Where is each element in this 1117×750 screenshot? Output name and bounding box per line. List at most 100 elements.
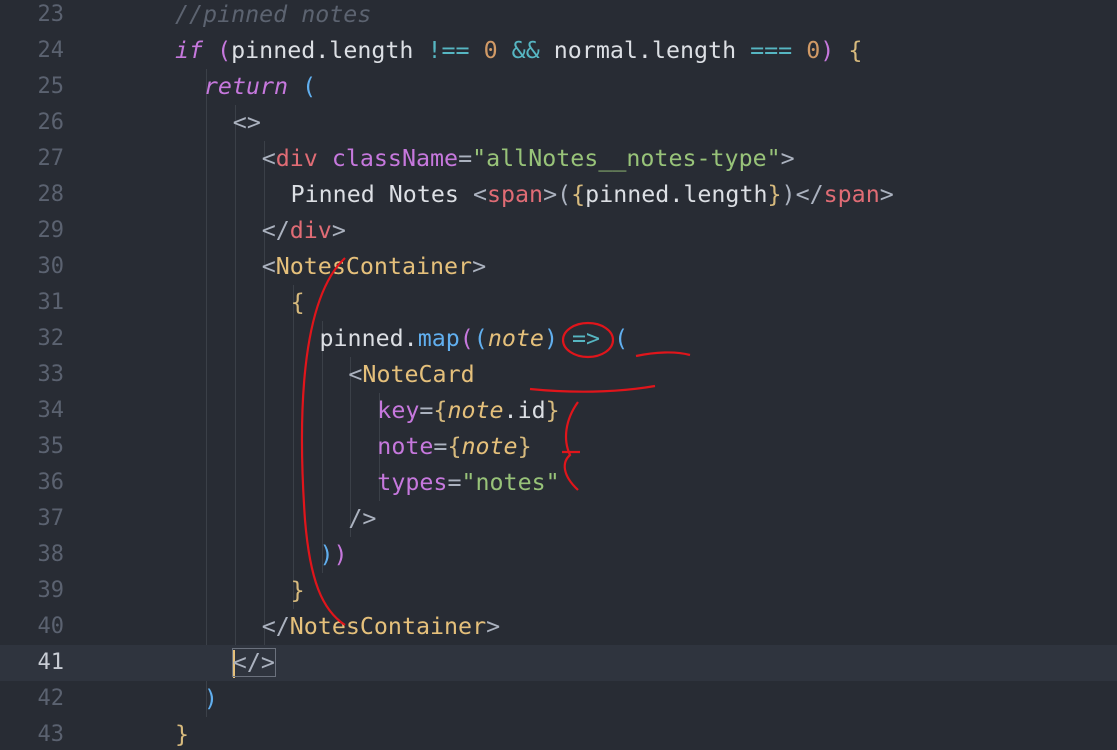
token-brace1: } (290, 577, 305, 604)
token-brace2: ( (459, 325, 474, 352)
code-line[interactable]: 34 key={note.id} (0, 393, 1117, 429)
token-punc: = (433, 433, 448, 460)
token-text: pinned.length (585, 181, 768, 208)
code-line[interactable]: 23 //pinned notes (0, 0, 1117, 33)
token-punc: /> (348, 505, 377, 532)
token-comp: NoteCard (362, 361, 475, 388)
token-paren: ( (302, 73, 317, 100)
line-number: 39 (37, 578, 65, 603)
line-code: ) (204, 681, 218, 717)
line-number: 29 (37, 218, 65, 243)
line-code: } (175, 717, 189, 750)
line-code: } (291, 573, 305, 609)
code-line[interactable]: 33 <NoteCard (0, 357, 1117, 393)
line-code: <NotesContainer> (262, 249, 486, 285)
line-number: 25 (37, 74, 65, 99)
token-tag: span (486, 181, 544, 208)
code-line[interactable]: 25 return ( (0, 69, 1117, 105)
token-text: normal.length (539, 37, 751, 64)
token-punc (318, 145, 332, 172)
code-line[interactable]: 32 pinned.map((note) => ( (0, 321, 1117, 357)
token-comp: NotesContainer (289, 613, 487, 640)
code-line[interactable]: 35 note={note} (0, 429, 1117, 465)
code-line[interactable]: 40 </NotesContainer> (0, 609, 1117, 645)
token-punc: = (458, 145, 473, 172)
token-tag: span (823, 181, 880, 208)
code-line[interactable]: 28 Pinned Notes <span>({pinned.length})</… (0, 177, 1117, 213)
line-number: 30 (37, 254, 65, 279)
line-code: </NotesContainer> (262, 609, 500, 645)
token-tag: div (275, 145, 318, 172)
token-brace1: } (517, 433, 532, 460)
code-line[interactable]: 42) (0, 681, 1117, 717)
code-line[interactable]: 37 /> (0, 501, 1117, 537)
token-punc: <> (232, 109, 261, 136)
code-line[interactable]: 43} (0, 717, 1117, 750)
line-number: 23 (37, 2, 65, 27)
token-brace1: { (848, 37, 863, 64)
code-line[interactable]: 27 <div className="allNotes__notes-type"> (0, 141, 1117, 177)
token-punc: < (261, 253, 276, 280)
token-comp: NotesContainer (275, 253, 473, 280)
line-code: types="notes" (377, 465, 559, 501)
token-attr: note (377, 433, 434, 460)
token-param: note (461, 433, 518, 460)
code-line[interactable]: 31 { (0, 285, 1117, 321)
code-line[interactable]: 24 if (pinned.length !== 0 && normal.leng… (0, 33, 1117, 69)
line-code: { (291, 285, 305, 321)
line-number: 41 (37, 650, 65, 675)
code-line[interactable]: 41 </> (0, 645, 1117, 681)
token-attr: key (377, 397, 420, 424)
token-punc: )</ (781, 181, 824, 208)
line-code: <div className="allNotes__notes-type"> (262, 141, 795, 177)
token-paren: ) (203, 685, 218, 712)
token-punc: </ (261, 217, 290, 244)
token-paren: ) (543, 325, 558, 352)
token-op: => (572, 325, 601, 352)
token-op: && (511, 37, 540, 64)
token-punc (600, 325, 614, 352)
line-code: note={note} (377, 429, 531, 465)
line-code: //pinned notes (175, 0, 371, 33)
line-number: 33 (37, 362, 65, 387)
token-brace1: { (571, 181, 586, 208)
code-line[interactable]: 26 <> (0, 105, 1117, 141)
token-fn: map (417, 325, 460, 352)
token-brace2: ) (333, 541, 348, 568)
code-line[interactable]: 30 <NotesContainer> (0, 249, 1117, 285)
token-param: note (447, 397, 504, 424)
token-paren: ( (614, 325, 629, 352)
line-code: )) (320, 537, 348, 573)
line-number: 31 (37, 290, 65, 315)
token-punc (203, 37, 217, 64)
code-line[interactable]: 38)) (0, 537, 1117, 573)
token-op: !== (427, 37, 470, 64)
token-text: .id (503, 397, 546, 424)
token-text: pinned.length (231, 37, 428, 64)
token-punc (470, 37, 484, 64)
token-brace1: { (433, 397, 448, 424)
token-str: "notes" (461, 469, 560, 496)
code-editor[interactable]: 23 //pinned notes 24 if (pinned.length !== … (0, 0, 1117, 750)
line-number: 28 (37, 182, 65, 207)
token-brace1: { (290, 289, 305, 316)
line-code: <NoteCard (348, 357, 474, 393)
line-number: 38 (37, 542, 65, 567)
token-punc (498, 37, 512, 64)
token-punc: = (447, 469, 462, 496)
line-code: key={note.id} (377, 393, 559, 429)
line-number: 24 (37, 38, 65, 63)
token-str: "allNotes__notes-type" (472, 145, 781, 172)
line-number: 35 (37, 434, 65, 459)
token-punc (834, 37, 848, 64)
token-param: note (487, 325, 544, 352)
code-line[interactable]: 29 </div> (0, 213, 1117, 249)
line-code: return ( (204, 69, 316, 105)
code-line[interactable]: 39} (0, 573, 1117, 609)
token-punc: = (419, 397, 434, 424)
token-punc: < (261, 145, 276, 172)
line-code: <> (233, 105, 261, 141)
code-line[interactable]: 36 types="notes" (0, 465, 1117, 501)
token-brace1: { (447, 433, 462, 460)
token-attr: className (331, 145, 459, 172)
